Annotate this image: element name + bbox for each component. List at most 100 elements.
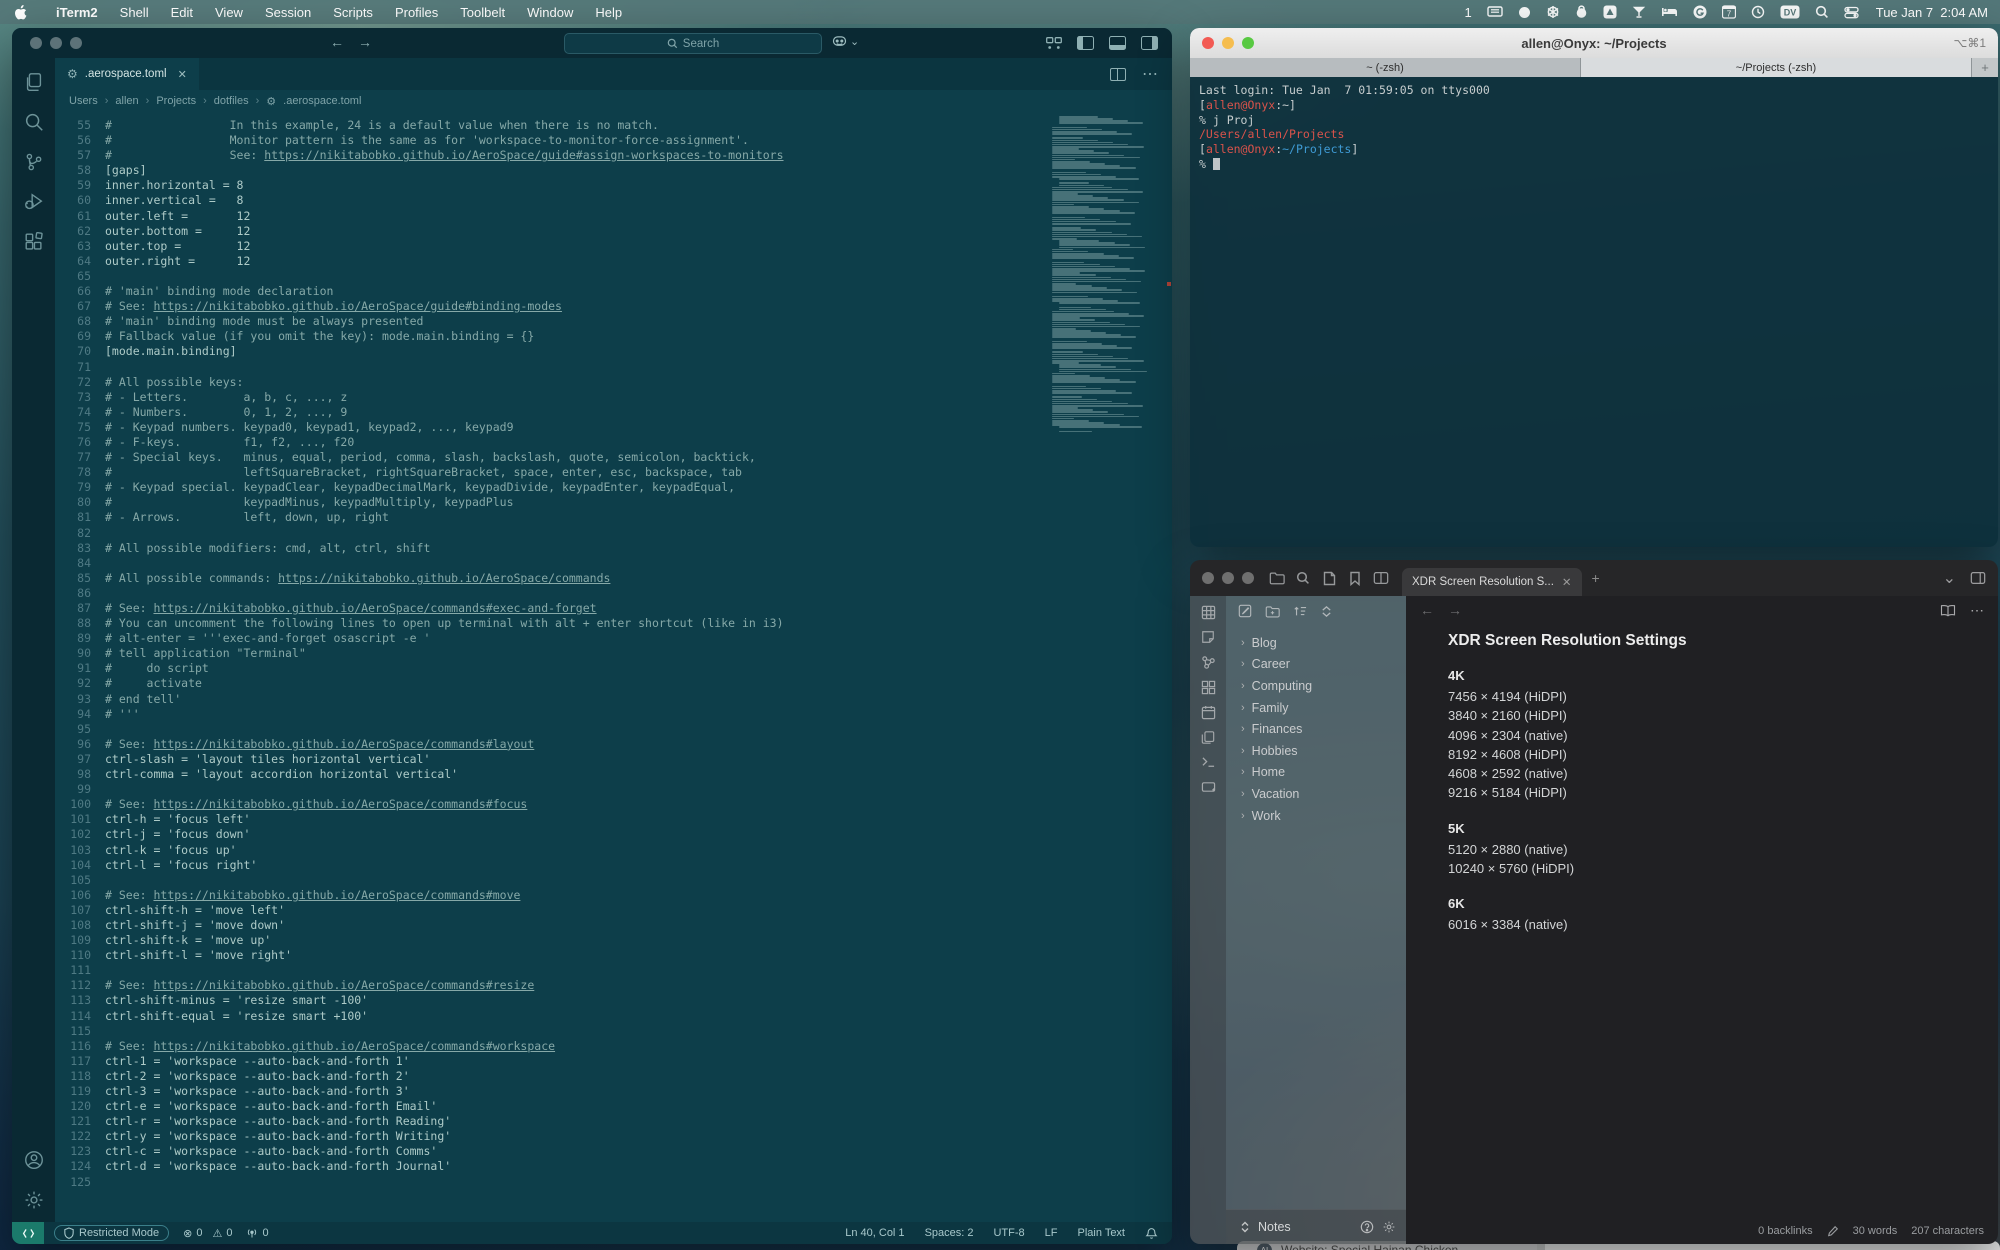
zoom-button[interactable]: [70, 37, 82, 49]
settings-gear-icon[interactable]: [1382, 1220, 1396, 1234]
graph-icon[interactable]: [1197, 654, 1219, 670]
code-line[interactable]: ctrl-1 = 'workspace --auto-back-and-fort…: [105, 1054, 1172, 1069]
dv-icon[interactable]: DV: [1780, 5, 1800, 19]
note-tab[interactable]: XDR Screen Resolution S... ✕: [1402, 568, 1582, 596]
explorer-icon[interactable]: [22, 70, 46, 94]
code-line[interactable]: # - Arrows. left, down, up, right: [105, 510, 1172, 525]
search-icon[interactable]: [1290, 566, 1316, 590]
code-line[interactable]: ctrl-shift-minus = 'resize smart -100': [105, 993, 1172, 1008]
minimap[interactable]: [1046, 112, 1172, 432]
code-line[interactable]: [105, 586, 1172, 601]
apple-menu[interactable]: [14, 5, 27, 20]
code-line[interactable]: # alt-enter = '''exec-and-forget osascri…: [105, 631, 1172, 646]
zoom-button[interactable]: [1242, 572, 1254, 584]
vscode-title-bar[interactable]: ← → Search ⌄: [12, 28, 1172, 58]
menu-bar-clock[interactable]: Tue Jan 7 2:04 AM: [1876, 5, 1988, 20]
code-line[interactable]: ctrl-3 = 'workspace --auto-back-and-fort…: [105, 1084, 1172, 1099]
code-line[interactable]: ctrl-comma = 'layout accordion horizonta…: [105, 767, 1172, 782]
lock-icon[interactable]: [1575, 5, 1588, 19]
encoding[interactable]: UTF-8: [993, 1227, 1024, 1239]
code-line[interactable]: # - Special keys. minus, equal, period, …: [105, 450, 1172, 465]
vault-switcher[interactable]: Notes: [1226, 1209, 1406, 1244]
breadcrumb-item[interactable]: Users: [69, 95, 98, 107]
edit-pencil-icon[interactable]: [1827, 1225, 1839, 1237]
spotlight-search-icon[interactable]: [1815, 5, 1829, 19]
code-line[interactable]: [105, 873, 1172, 888]
forward-button[interactable]: →: [358, 34, 372, 50]
menu-item-scripts[interactable]: Scripts: [322, 5, 384, 20]
code-line[interactable]: outer.right = 12: [105, 254, 1172, 269]
run-debug-icon[interactable]: [22, 190, 46, 214]
copilot-menu[interactable]: ⌄: [832, 35, 859, 48]
new-note-icon[interactable]: [1316, 566, 1342, 590]
code-line[interactable]: # All possible modifiers: cmd, alt, ctrl…: [105, 541, 1172, 556]
folder-item-computing[interactable]: ›Computing: [1226, 675, 1406, 697]
close-tab-icon[interactable]: ✕: [178, 68, 187, 81]
code-link[interactable]: https://nikitabobko.github.io/AeroSpace/…: [264, 148, 783, 162]
menu-item-edit[interactable]: Edit: [160, 5, 204, 20]
code-line[interactable]: # - Keypad numbers. keypad0, keypad1, ke…: [105, 420, 1172, 435]
code-line[interactable]: ctrl-shift-h = 'move left': [105, 903, 1172, 918]
code-line[interactable]: # All possible commands: https://nikitab…: [105, 571, 1172, 586]
code-line[interactable]: # - Numbers. 0, 1, 2, ..., 9: [105, 405, 1172, 420]
minimize-button[interactable]: [1222, 37, 1234, 49]
split-editor-icon[interactable]: [1110, 68, 1126, 81]
reading-view-icon[interactable]: [1940, 604, 1956, 617]
pill-icon[interactable]: [1518, 6, 1531, 19]
table-icon[interactable]: [1197, 604, 1219, 620]
code-line[interactable]: # Monitor pattern is the same as for 'wo…: [105, 133, 1172, 148]
backlinks-count[interactable]: 0 backlinks: [1758, 1225, 1812, 1237]
menu-item-profiles[interactable]: Profiles: [384, 5, 449, 20]
menu-item-help[interactable]: Help: [584, 5, 633, 20]
code-link[interactable]: https://nikitabobko.github.io/AeroSpace/…: [153, 797, 527, 811]
toggle-right-sidebar-icon[interactable]: [1970, 571, 1986, 585]
code-line[interactable]: ctrl-y = 'workspace --auto-back-and-fort…: [105, 1129, 1172, 1144]
code-line[interactable]: ctrl-h = 'focus left': [105, 812, 1172, 827]
account-icon[interactable]: [22, 1148, 46, 1172]
command-center-search[interactable]: Search: [564, 33, 822, 54]
notifications-bell-icon[interactable]: [1145, 1227, 1158, 1240]
sort-icon[interactable]: [1293, 605, 1307, 618]
note-content[interactable]: XDR Screen Resolution Settings 4K7456 × …: [1406, 624, 1998, 935]
code-line[interactable]: [105, 722, 1172, 737]
obsidian-window-controls[interactable]: [1190, 572, 1264, 584]
vscode-window-controls[interactable]: [30, 37, 82, 49]
code-line[interactable]: ctrl-shift-k = 'move up': [105, 933, 1172, 948]
menu-item-shell[interactable]: Shell: [109, 5, 160, 20]
back-icon[interactable]: ←: [1420, 602, 1434, 618]
eol-sequence[interactable]: LF: [1045, 1227, 1058, 1239]
close-button[interactable]: [1202, 37, 1214, 49]
code-line[interactable]: # ''': [105, 707, 1172, 722]
new-folder-icon[interactable]: [1265, 605, 1280, 618]
restricted-mode-badge[interactable]: Restricted Mode: [54, 1225, 169, 1241]
code-line[interactable]: inner.horizontal = 8: [105, 178, 1172, 193]
source-control-icon[interactable]: [22, 150, 46, 174]
code-line[interactable]: # In this example, 24 is a default value…: [105, 118, 1172, 133]
code-link[interactable]: https://nikitabobko.github.io/AeroSpace/…: [153, 1039, 555, 1053]
history-icon[interactable]: [1751, 5, 1765, 19]
warp-icon[interactable]: [1603, 5, 1617, 19]
code-line[interactable]: # See: https://nikitabobko.github.io/Aer…: [105, 148, 1172, 163]
daily-note-calendar-icon[interactable]: [1197, 704, 1219, 720]
new-tab-icon[interactable]: +: [1592, 570, 1600, 586]
settings-gear-icon[interactable]: [22, 1188, 46, 1212]
code-line[interactable]: # See: https://nikitabobko.github.io/Aer…: [105, 1039, 1172, 1054]
calendar-icon[interactable]: 7: [1722, 5, 1736, 19]
breadcrumb-item[interactable]: allen: [115, 95, 138, 107]
code-line[interactable]: ctrl-shift-l = 'move right': [105, 948, 1172, 963]
code-line[interactable]: # leftSquareBracket, rightSquareBracket,…: [105, 465, 1172, 480]
code-line[interactable]: # activate: [105, 676, 1172, 691]
code-link[interactable]: https://nikitabobko.github.io/AeroSpace/…: [278, 571, 610, 585]
code-link[interactable]: https://nikitabobko.github.io/AeroSpace/…: [153, 978, 534, 992]
search-icon[interactable]: [22, 110, 46, 134]
code-line[interactable]: ctrl-shift-j = 'move down': [105, 918, 1172, 933]
menu-item-window[interactable]: Window: [516, 5, 584, 20]
code-line[interactable]: # tell application "Terminal": [105, 646, 1172, 661]
customize-layout-icon[interactable]: [1046, 37, 1062, 50]
code-line[interactable]: # - Keypad special. keypadClear, keypadD…: [105, 480, 1172, 495]
bookmark-icon[interactable]: [1342, 566, 1368, 590]
templates-icon[interactable]: [1197, 729, 1219, 745]
code-line[interactable]: # See: https://nikitabobko.github.io/Aer…: [105, 888, 1172, 903]
folder-item-career[interactable]: ›Career: [1226, 654, 1406, 676]
code-line[interactable]: # Fallback value (if you omit the key): …: [105, 329, 1172, 344]
